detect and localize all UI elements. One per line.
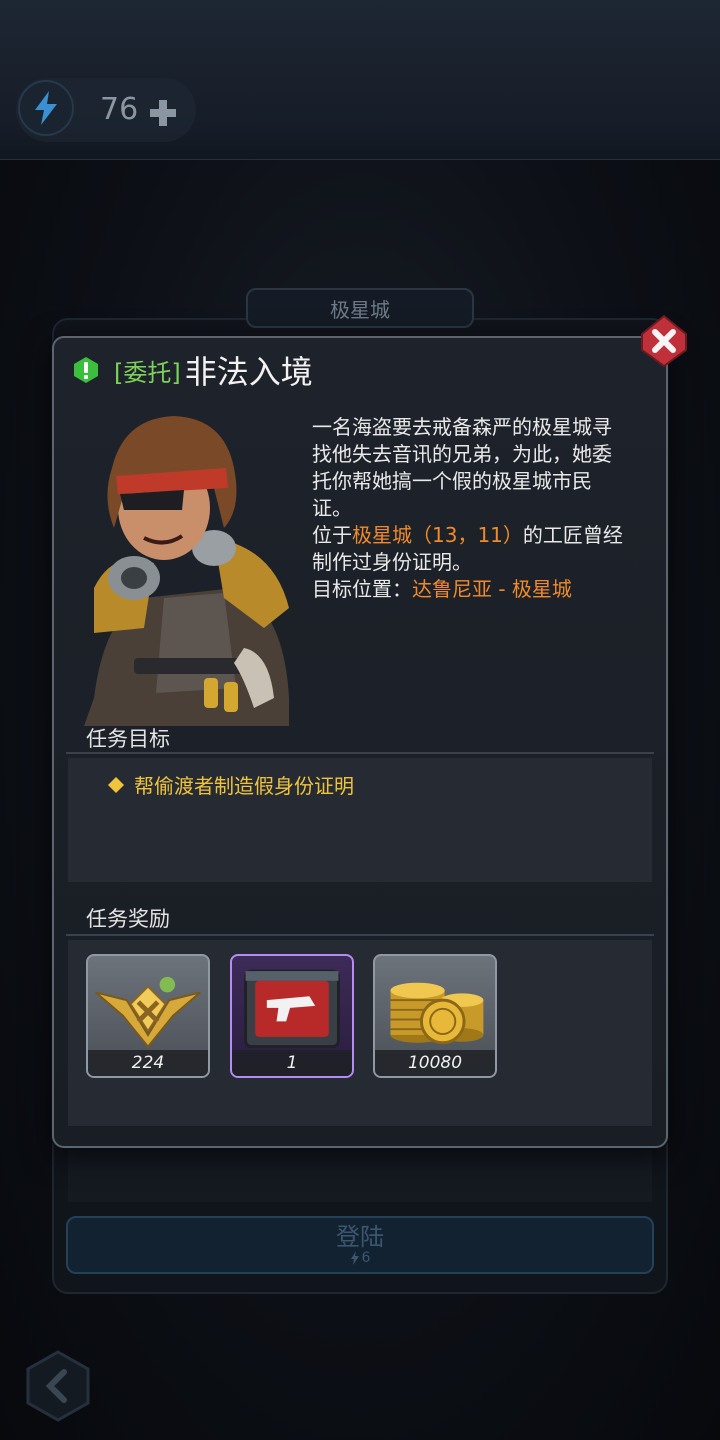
quest-title-row: [委托] 非法入境	[72, 348, 313, 392]
background-strip	[68, 1150, 652, 1202]
login-cost: 6	[350, 1250, 371, 1266]
description-line: 一名海盗要去戒备森严的极星城寻	[312, 415, 612, 439]
location-line-2: 制作过身份证明。	[312, 550, 472, 574]
description-line: 托你帮她搞一个假的极星城市民	[312, 469, 592, 493]
quest-title: 非法入境	[184, 353, 313, 391]
target-location-link[interactable]: 达鲁尼亚 - 极星城	[412, 577, 572, 601]
reward-item[interactable]: 1	[230, 954, 354, 1078]
back-button[interactable]	[26, 1350, 90, 1422]
reward-item[interactable]: 10080	[373, 954, 497, 1078]
login-button[interactable]: 登陆 6	[66, 1216, 654, 1274]
diamond-bullet-icon	[108, 776, 124, 793]
reward-count: 10080	[375, 1050, 495, 1076]
quest-description: 一名海盗要去戒备森严的极星城寻 找他失去音讯的兄弟，为此，她委 托你帮她搞一个假…	[312, 414, 662, 603]
divider	[66, 934, 654, 936]
divider	[66, 752, 654, 754]
reward-count: 1	[232, 1050, 352, 1076]
objective-text: 帮偷渡者制造假身份证明	[134, 774, 354, 798]
exclamation-icon	[74, 357, 98, 383]
target-line: 目标位置：达鲁尼亚 - 极星城	[312, 576, 662, 603]
login-button-label: 登陆	[336, 1223, 384, 1251]
rank-badge-icon	[95, 976, 201, 1049]
lightning-icon	[18, 80, 74, 136]
plus-icon[interactable]	[148, 98, 178, 128]
quest-type-tag: [委托]	[114, 358, 181, 387]
objective-item: 帮偷渡者制造假身份证明	[108, 770, 354, 799]
lightning-icon	[350, 1251, 359, 1265]
reward-count: 224	[88, 1050, 208, 1076]
description-line: 找他失去音讯的兄弟，为此，她委	[312, 442, 612, 466]
location-link[interactable]: 极星城（13，11）	[352, 523, 523, 547]
location-line: 位于极星城（13，11）的工匠曾经	[312, 522, 662, 549]
location-suffix: 的工匠曾经	[522, 523, 623, 547]
reward-item[interactable]: 224	[86, 954, 210, 1078]
weapon-crate-icon	[244, 969, 340, 1049]
character-portrait	[84, 416, 289, 726]
energy-value: 76	[100, 92, 139, 127]
objectives-heading: 任务目标	[86, 727, 170, 751]
rewards-heading: 任务奖励	[86, 907, 170, 931]
login-cost-value: 6	[361, 1250, 371, 1266]
location-tab: 极星城	[246, 288, 474, 328]
target-label: 目标位置：	[312, 577, 412, 601]
close-button[interactable]	[640, 314, 688, 368]
description-line: 证。	[312, 496, 352, 520]
location-tab-label: 极星城	[330, 297, 390, 322]
gold-coins-icon	[390, 982, 484, 1045]
location-prefix: 位于	[312, 523, 352, 547]
